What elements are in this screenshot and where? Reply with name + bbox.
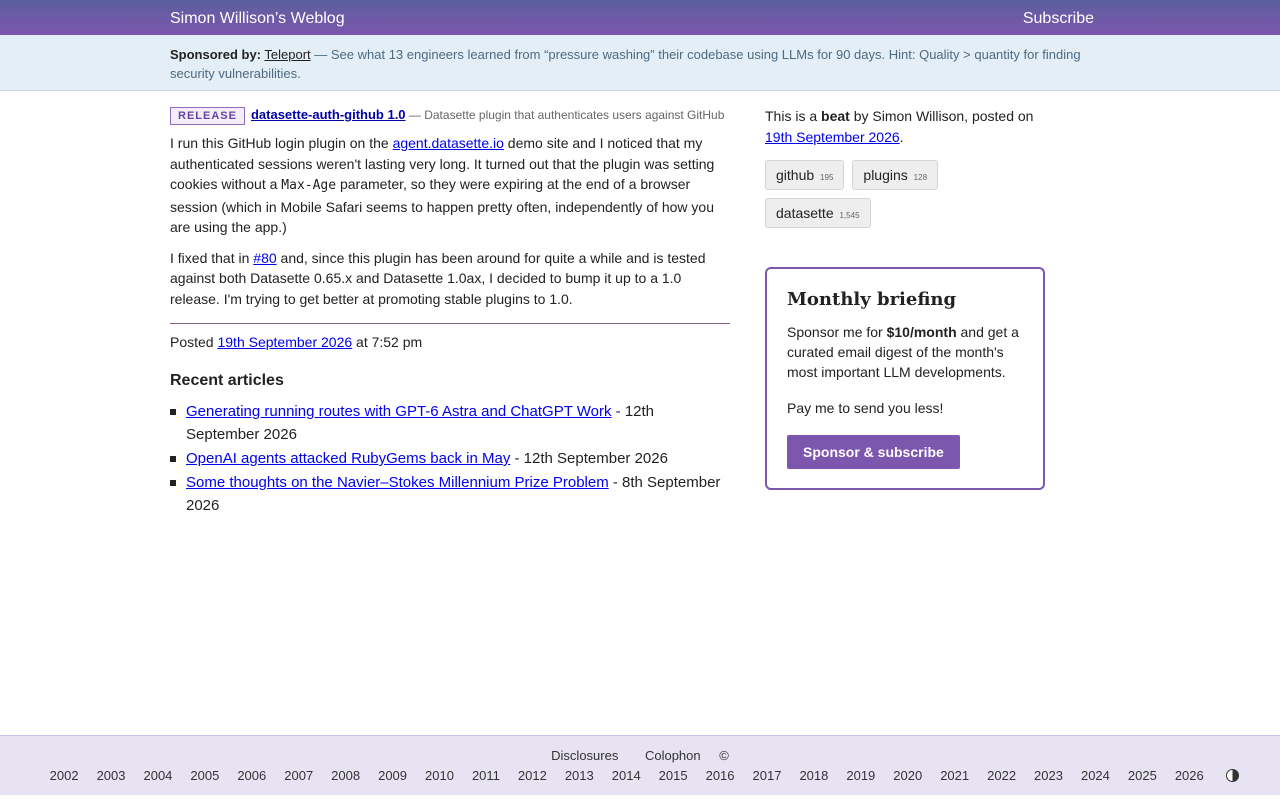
copyright-symbol: © xyxy=(719,748,729,763)
year-link-2007[interactable]: 2007 xyxy=(284,766,313,786)
site-header: Simon Willison’s Weblog Subscribe xyxy=(0,0,1280,35)
tag-list: github 195 plugins 128 datasette 1,545 xyxy=(765,160,1055,236)
tag-count: 195 xyxy=(820,173,834,182)
recent-articles-list: Generating running routes with GPT-6 Ast… xyxy=(170,400,730,517)
posted-line: Posted 19th September 2026 at 7:52 pm xyxy=(170,334,730,350)
text: This is a xyxy=(765,108,822,124)
posted-time: at 7:52 pm xyxy=(352,334,423,350)
year-link-2002[interactable]: 2002 xyxy=(50,766,79,786)
tag-name: plugins xyxy=(863,167,908,183)
year-link-2015[interactable]: 2015 xyxy=(659,766,688,786)
divider xyxy=(170,323,730,324)
list-item: OpenAI agents attacked RubyGems back in … xyxy=(170,447,730,470)
tag-github[interactable]: github 195 xyxy=(765,160,845,190)
year-link-2006[interactable]: 2006 xyxy=(237,766,266,786)
list-item: Some thoughts on the Navier–Stokes Mille… xyxy=(170,471,730,517)
max-age-code: Max-Age xyxy=(281,178,337,193)
briefing-tagline: Pay me to send you less! xyxy=(787,400,944,416)
year-link-2003[interactable]: 2003 xyxy=(97,766,126,786)
sidebar: This is a beat by Simon Willison, posted… xyxy=(765,106,1055,490)
site-footer: Disclosures Colophon © 2002 2003 2004 2005 2… xyxy=(0,735,1280,795)
year-link-2011[interactable]: 2011 xyxy=(472,766,500,786)
year-link-2009[interactable]: 2009 xyxy=(378,766,407,786)
body-paragraph-2: I fixed that in #80 and, since this plug… xyxy=(170,248,730,310)
year-link-2022[interactable]: 2022 xyxy=(987,766,1016,786)
contrast-toggle-icon[interactable] xyxy=(1226,769,1240,782)
tag-plugins[interactable]: plugins 128 xyxy=(852,160,939,190)
tag-datasette[interactable]: datasette 1,545 xyxy=(765,198,871,228)
year-link-2016[interactable]: 2016 xyxy=(706,766,735,786)
year-link-2012[interactable]: 2012 xyxy=(518,766,547,786)
body-paragraph-1: I run this GitHub login plugin on the ag… xyxy=(170,133,730,238)
agent-datasette-link[interactable]: agent.datasette.io xyxy=(393,135,504,151)
text: I run this GitHub login plugin on the xyxy=(170,135,393,151)
recent-articles-heading: Recent articles xyxy=(170,372,284,389)
sponsor-name-link[interactable]: Teleport xyxy=(264,47,310,62)
year-link-2013[interactable]: 2013 xyxy=(565,766,594,786)
issue-80-link[interactable]: #80 xyxy=(253,250,276,266)
recent-article-link[interactable]: Generating running routes with GPT-6 Ast… xyxy=(186,403,612,420)
year-link-2025[interactable]: 2025 xyxy=(1128,766,1157,786)
sponsor-label: Sponsored by: xyxy=(170,47,262,62)
tag-name: github xyxy=(776,167,815,183)
beat-word: beat xyxy=(821,108,850,124)
text: . xyxy=(899,129,904,145)
year-link-2020[interactable]: 2020 xyxy=(893,766,922,786)
year-link-2021[interactable]: 2021 xyxy=(940,766,969,786)
year-link-2008[interactable]: 2008 xyxy=(331,766,360,786)
site-title-link[interactable]: Simon Willison’s Weblog xyxy=(170,10,345,28)
monthly-briefing-box: Monthly briefing Sponsor me for $10/mont… xyxy=(765,267,1045,490)
release-badge: RELEASE xyxy=(170,107,245,125)
year-link-2014[interactable]: 2014 xyxy=(612,766,641,786)
briefing-title: Monthly briefing xyxy=(787,289,957,310)
year-link-2004[interactable]: 2004 xyxy=(143,766,172,786)
recent-article-date: - 12th September 2026 xyxy=(510,450,668,467)
beat-date-link[interactable]: 19th September 2026 xyxy=(765,129,900,145)
list-item: Generating running routes with GPT-6 Ast… xyxy=(170,400,730,446)
year-link-2024[interactable]: 2024 xyxy=(1081,766,1110,786)
sponsor-banner: Sponsored by: Teleport — See what 13 eng… xyxy=(0,35,1280,91)
text: I fixed that in xyxy=(170,249,254,266)
price: $10/month xyxy=(886,324,957,340)
release-header: RELEASE datasette-auth-github 1.0 — Datas… xyxy=(170,105,730,125)
year-links: 2002 2003 2004 2005 2006 2007 2008 2009 2010 2011… xyxy=(41,766,1213,786)
tag-count: 128 xyxy=(913,173,928,182)
main-content: RELEASE datasette-auth-github 1.0 — Datas… xyxy=(170,105,730,518)
disclosures-link[interactable]: Disclosures xyxy=(551,746,618,766)
posted-label: Posted xyxy=(170,334,218,350)
text: by Simon Willison, posted on xyxy=(849,108,1034,124)
tag-name: datasette xyxy=(776,205,834,221)
year-link-2010[interactable]: 2010 xyxy=(425,766,454,786)
year-link-2017[interactable]: 2017 xyxy=(753,766,782,786)
beat-info: This is a beat by Simon Willison, posted… xyxy=(765,106,1055,148)
release-description: — Datasette plugin that authenticates us… xyxy=(405,108,725,122)
year-link-2019[interactable]: 2019 xyxy=(846,766,875,786)
sponsor-subscribe-button[interactable]: Sponsor & subscribe xyxy=(787,435,960,469)
recent-article-link[interactable]: OpenAI agents attacked RubyGems back in … xyxy=(186,450,510,467)
briefing-description: Sponsor me for $10/month and get a curat… xyxy=(787,322,1023,382)
release-title-link[interactable]: datasette-auth-github 1.0 xyxy=(251,107,406,122)
subscribe-link[interactable]: Subscribe xyxy=(1023,10,1094,28)
recent-article-link[interactable]: Some thoughts on the Navier–Stokes Mille… xyxy=(186,474,609,491)
tag-count: 1,545 xyxy=(839,211,860,220)
footer-links: Disclosures Colophon © 2002 2003 2004 2005 2… xyxy=(0,736,1280,786)
posted-date-link[interactable]: 19th September 2026 xyxy=(217,334,352,350)
year-link-2026[interactable]: 2026 xyxy=(1175,766,1204,786)
colophon-link[interactable]: Colophon xyxy=(645,746,701,766)
sponsor-text: Sponsored by: Teleport — See what 13 eng… xyxy=(170,45,1090,83)
year-link-2005[interactable]: 2005 xyxy=(190,766,219,786)
year-link-2018[interactable]: 2018 xyxy=(799,766,828,786)
year-link-2023[interactable]: 2023 xyxy=(1034,766,1063,786)
text: Sponsor me for xyxy=(787,324,887,340)
